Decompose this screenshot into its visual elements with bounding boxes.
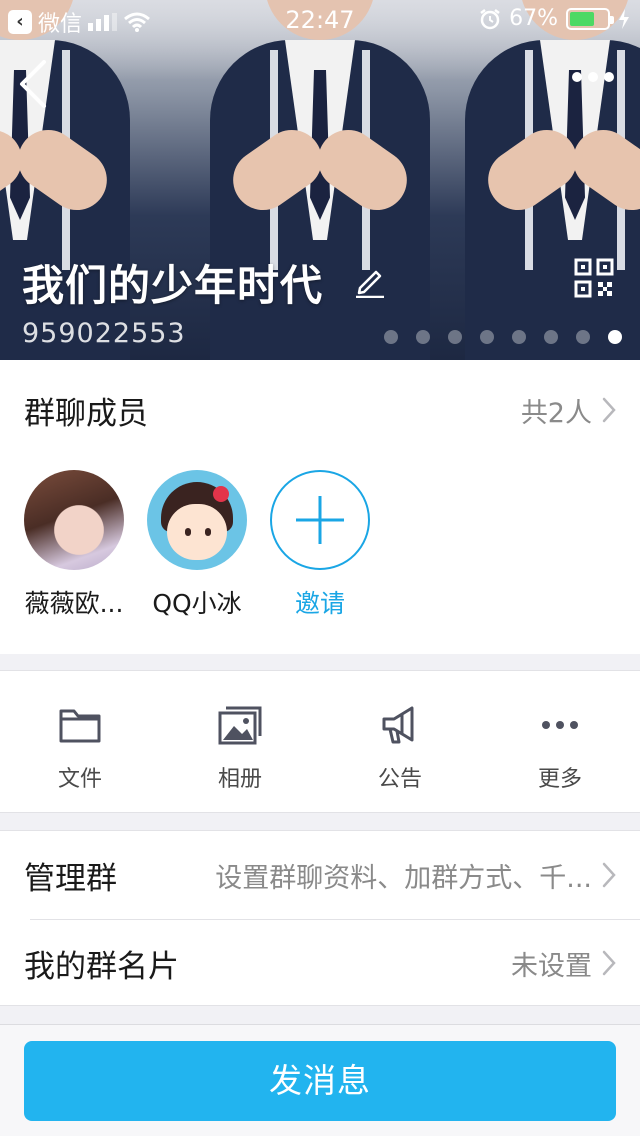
photo-album-icon [218, 706, 262, 745]
page-dot [512, 330, 526, 344]
charging-icon [619, 8, 629, 29]
group-card-status: 未设置 [511, 950, 592, 982]
avatar[interactable] [24, 470, 124, 570]
members-section: 群聊成员 共2人 薇薇欧... QQ小冰 邀请 [0, 360, 640, 654]
group-name: 我们的少年时代 [22, 261, 324, 310]
plus-icon[interactable] [270, 470, 370, 570]
page-dot [544, 330, 558, 344]
chevron-right-icon [602, 862, 616, 888]
photo-page-indicator [384, 330, 622, 344]
chevron-right-icon [602, 397, 616, 423]
battery-percent: 67% [509, 6, 558, 31]
status-bar: ‹ 微信 22:47 67% [0, 0, 640, 40]
members-title: 群聊成员 [24, 395, 148, 432]
member-item[interactable]: 薇薇欧... [14, 470, 134, 620]
manage-group-row[interactable]: 管理群 设置群聊资料、加群方式、千... [24, 831, 616, 919]
members-header[interactable]: 群聊成员 共2人 [24, 390, 616, 432]
member-item[interactable]: QQ小冰 [137, 470, 257, 620]
tool-album[interactable]: 相册 [160, 705, 320, 793]
members-count[interactable]: 共2人 [521, 391, 616, 430]
avatar[interactable] [147, 470, 247, 570]
tool-label: 相册 [217, 767, 262, 792]
back-arrow-icon[interactable] [14, 58, 54, 110]
page-dot [416, 330, 430, 344]
manage-group-value: 设置群聊资料、加群方式、千... [215, 856, 616, 895]
group-settings-list: 管理群 设置群聊资料、加群方式、千... 我的群名片 未设置 [0, 830, 640, 1006]
member-name: 薇薇欧... [24, 589, 124, 618]
tool-announcement[interactable]: 公告 [320, 705, 480, 793]
battery-fill [570, 11, 595, 26]
chevron-right-icon [602, 950, 616, 976]
megaphone-icon [382, 706, 414, 744]
bottom-action-bar: 发消息 [0, 1024, 640, 1136]
tool-label: 公告 [377, 767, 422, 792]
tool-label: 文件 [57, 767, 102, 792]
group-card-value: 未设置 [511, 944, 616, 983]
edit-pencil-icon[interactable] [352, 262, 388, 298]
group-cover-photo[interactable]: ‹ 微信 22:47 67% 我们的少年时代 959022553 [0, 0, 640, 360]
group-id: 959022553 [22, 318, 186, 349]
group-tools: 文件 相册 公告 更多 [0, 670, 640, 813]
member-list: 薇薇欧... QQ小冰 邀请 [0, 470, 640, 630]
page-dot [448, 330, 462, 344]
member-name: QQ小冰 [152, 589, 242, 618]
invite-label: 邀请 [294, 589, 345, 618]
tool-files[interactable]: 文件 [0, 705, 160, 793]
members-count-label: 共2人 [520, 397, 592, 429]
more-dot-icon [588, 72, 598, 82]
invite-member-button[interactable]: 邀请 [260, 470, 380, 620]
folder-icon [59, 709, 101, 743]
more-dots-icon [542, 721, 578, 729]
alarm-icon [480, 8, 500, 29]
page-dot [384, 330, 398, 344]
page-dot [480, 330, 494, 344]
qr-code-icon[interactable] [574, 258, 614, 298]
tool-more[interactable]: 更多 [480, 705, 640, 793]
manage-group-title: 管理群 [24, 860, 117, 897]
send-message-button[interactable]: 发消息 [24, 1041, 616, 1121]
tool-label: 更多 [537, 767, 582, 792]
more-options-button[interactable] [572, 72, 614, 82]
more-dot-icon [604, 72, 614, 82]
more-dot-icon [572, 72, 582, 82]
page-dot [608, 330, 622, 344]
manage-group-description: 设置群聊资料、加群方式、千... [215, 862, 592, 894]
page-dot [576, 330, 590, 344]
group-card-row[interactable]: 我的群名片 未设置 [24, 919, 616, 1007]
cover-person-right [465, 0, 640, 360]
battery-icon [566, 7, 614, 30]
status-right: 67% [479, 6, 630, 31]
group-card-title: 我的群名片 [24, 948, 179, 985]
